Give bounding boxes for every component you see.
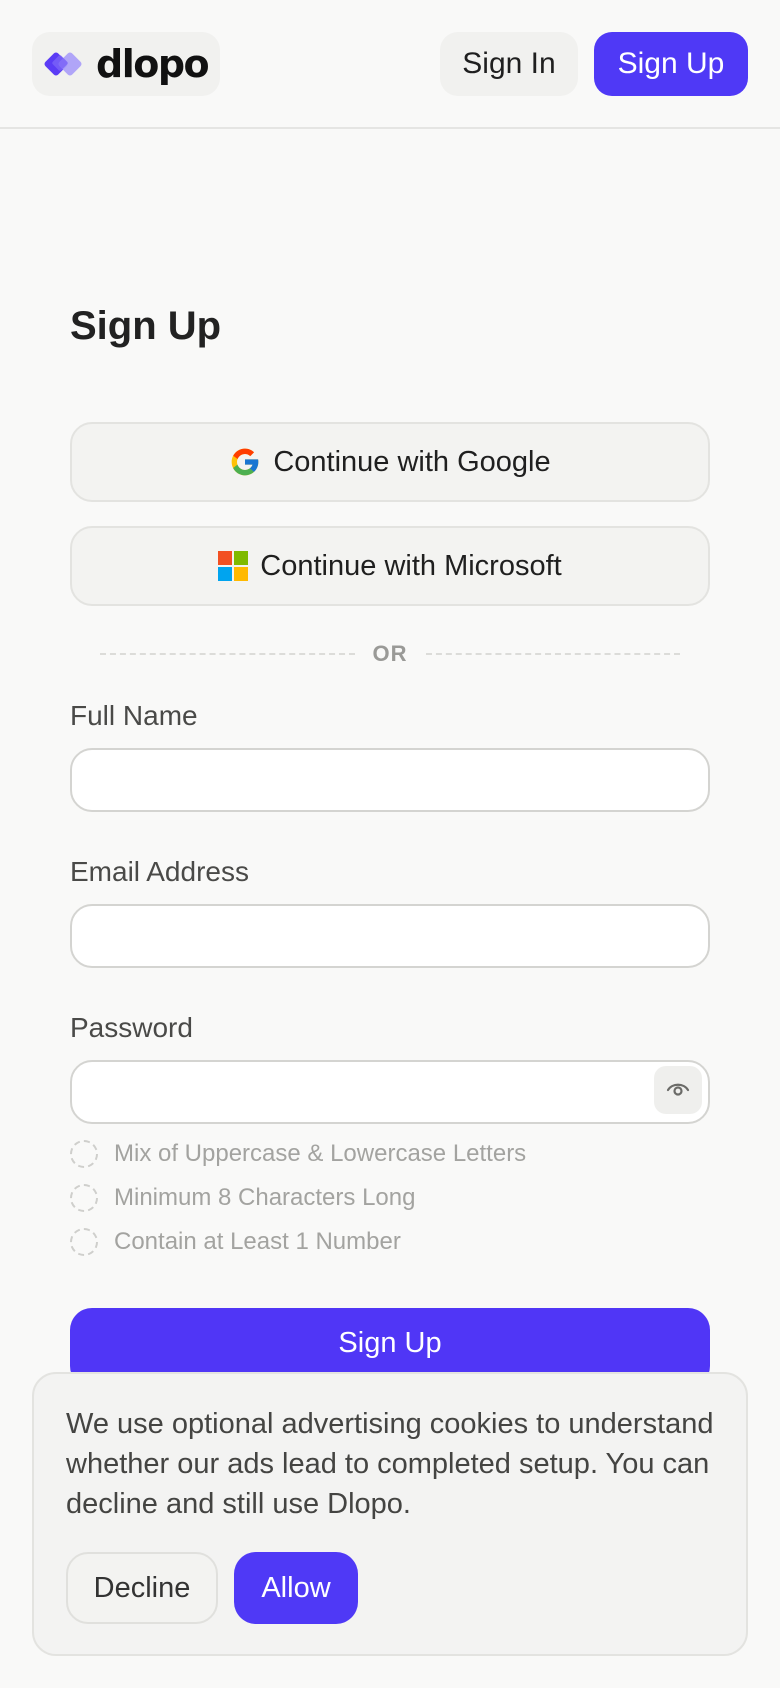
- password-rule-number: Contain at Least 1 Number: [70, 1228, 401, 1256]
- allow-cookies-button[interactable]: Allow: [234, 1552, 358, 1624]
- signup-page: dlopo Sign In Sign Up Sign Up Continue w…: [0, 0, 780, 1688]
- full-name-label: Full Name: [70, 700, 198, 731]
- eye-icon: [665, 1076, 691, 1105]
- password-label: Password: [70, 1012, 193, 1043]
- rule-text: Mix of Uppercase & Lowercase Letters: [114, 1140, 527, 1167]
- dashed-circle-icon: [70, 1140, 98, 1168]
- full-name-input[interactable]: [70, 748, 710, 812]
- dashed-circle-icon: [70, 1184, 98, 1212]
- continue-with-microsoft-button[interactable]: Continue with Microsoft: [70, 526, 710, 606]
- google-button-label: Continue with Google: [273, 445, 551, 478]
- cookie-message: We use optional advertising cookies to u…: [66, 1408, 714, 1520]
- email-label: Email Address: [70, 856, 249, 887]
- cookie-consent-banner: We use optional advertising cookies to u…: [32, 1372, 748, 1656]
- dashed-circle-icon: [70, 1228, 98, 1256]
- decline-cookies-button[interactable]: Decline: [66, 1552, 218, 1624]
- logo-link[interactable]: dlopo: [32, 32, 220, 96]
- microsoft-button-label: Continue with Microsoft: [260, 549, 562, 582]
- divider-line-right: [425, 653, 680, 655]
- password-input[interactable]: [70, 1060, 710, 1124]
- continue-with-google-button[interactable]: Continue with Google: [70, 422, 710, 502]
- toggle-password-visibility-button[interactable]: [654, 1066, 702, 1114]
- rule-text: Contain at Least 1 Number: [114, 1228, 401, 1255]
- page-title: Sign Up: [70, 304, 222, 348]
- dlopo-logo-icon: [44, 43, 86, 85]
- email-input[interactable]: [70, 904, 710, 968]
- divider-text: OR: [372, 641, 408, 666]
- microsoft-icon: [218, 551, 249, 581]
- logo-text: dlopo: [96, 42, 210, 86]
- top-header: dlopo Sign In Sign Up: [0, 0, 780, 129]
- google-icon: [229, 446, 261, 478]
- password-rule-length: Minimum 8 Characters Long: [70, 1184, 415, 1212]
- divider-line-left: [100, 653, 355, 655]
- password-rule-case: Mix of Uppercase & Lowercase Letters: [70, 1140, 526, 1168]
- sign-up-header-button[interactable]: Sign Up: [594, 32, 748, 96]
- or-divider: OR: [100, 641, 680, 666]
- sign-in-button[interactable]: Sign In: [440, 32, 578, 96]
- rule-text: Minimum 8 Characters Long: [114, 1184, 416, 1211]
